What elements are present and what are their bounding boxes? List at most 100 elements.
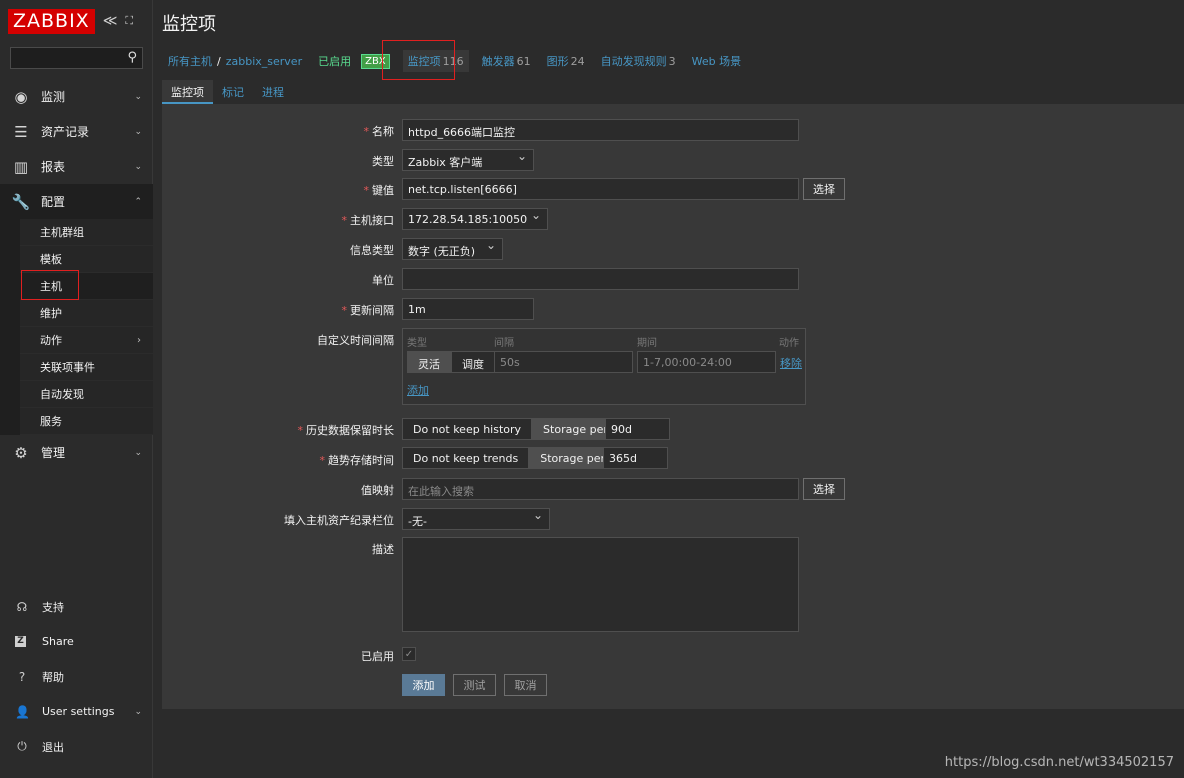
list-icon: ☰ <box>14 122 28 141</box>
type-select[interactable]: Zabbix 客户端 <box>402 149 534 171</box>
custom-intervals-label: 自定义时间间隔 <box>317 334 394 347</box>
description-textarea[interactable] <box>402 537 799 632</box>
menu-signout[interactable]: ⏻ 退出 <box>0 729 153 764</box>
submenu-event-correlation[interactable]: 关联项事件 <box>20 354 153 381</box>
zabbix-logo[interactable]: ZABBIX <box>8 8 95 34</box>
help-icon: ? <box>18 669 26 684</box>
kiosk-mode-icon[interactable]: ⛶ <box>125 14 133 28</box>
label-text: 历史数据保留时长 <box>306 424 394 437</box>
custom-period-input[interactable]: 1-7,00:00-24:00 <box>637 351 776 373</box>
interface-select[interactable]: 172.28.54.185:10050 <box>402 208 548 230</box>
eye-icon: ◉ <box>14 87 28 106</box>
tab-count: 61 <box>516 55 531 68</box>
menu-label: 退出 <box>42 740 64 754</box>
menu-label: Share <box>42 635 74 648</box>
menu-label: User settings <box>42 705 115 718</box>
remove-interval-link[interactable]: 移除 <box>780 355 802 371</box>
breadcrumb-separator: / <box>217 54 221 68</box>
menu-monitoring[interactable]: ◉ 监测 ⌄ <box>0 79 153 114</box>
label-text: 更新间隔 <box>350 304 394 317</box>
col-type: 类型 <box>407 338 427 349</box>
tab-tags[interactable]: 标记 <box>213 80 253 104</box>
host-tab-web[interactable]: Web 场景 <box>692 53 741 69</box>
history-do-not-keep-option[interactable]: Do not keep history <box>402 418 533 440</box>
inventory-select[interactable]: -无- <box>402 508 550 530</box>
power-icon: ⏻ <box>17 739 27 753</box>
headset-icon: ☊ <box>16 599 28 614</box>
host-tab-triggers[interactable]: 触发器 61 <box>482 53 531 69</box>
enabled-label: 已启用 <box>361 650 394 663</box>
menu-label: 支持 <box>42 600 64 614</box>
page-header: 监控项 <box>153 0 1184 44</box>
type-label: 类型 <box>372 155 394 168</box>
breadcrumb: 所有主机 / zabbix_server 已启用 ZBX 监控项 116 触发器 6… <box>153 44 1184 78</box>
submenu-label: 动作 <box>40 334 62 347</box>
breadcrumb-host[interactable]: zabbix_server <box>226 55 302 68</box>
enabled-checkbox[interactable]: ✓ <box>402 647 416 661</box>
host-tab-graphs[interactable]: 图形 24 <box>547 53 585 69</box>
name-input[interactable]: httpd_6666端口监控 <box>402 119 799 141</box>
item-form: 名称 httpd_6666端口监控 类型 Zabbix 客户端 键值 net.t… <box>162 104 1184 709</box>
trends-period-input[interactable]: 365d <box>603 447 668 469</box>
submenu-label: 自动发现 <box>40 388 84 401</box>
page-title: 监控项 <box>162 14 216 35</box>
menu-user-settings[interactable]: 👤 User settings ⌄ <box>0 694 153 729</box>
add-button[interactable]: 添加 <box>402 674 445 696</box>
info-type-label: 信息类型 <box>350 244 394 257</box>
hosts-highlight-annotation <box>21 270 79 300</box>
cancel-button[interactable]: 取消 <box>504 674 547 696</box>
menu-label: 资产记录 <box>41 125 90 139</box>
logo-row: ZABBIX ≪ ⛶ <box>0 0 152 42</box>
name-label: 名称 <box>94 123 394 139</box>
valuemap-input[interactable]: 在此输入搜索 <box>402 478 799 500</box>
units-input[interactable] <box>402 268 799 290</box>
label-text: 主机接口 <box>350 214 394 227</box>
update-interval-input[interactable]: 1m <box>402 298 534 320</box>
host-status[interactable]: 已启用 <box>318 53 351 69</box>
menu-support[interactable]: ☊ 支持 <box>0 589 153 624</box>
search-icon[interactable]: ⚲ <box>127 50 137 65</box>
collapse-sidebar-icon[interactable]: ≪ <box>103 13 118 29</box>
submenu-label: 维护 <box>40 307 62 320</box>
menu-label: 配置 <box>41 195 66 209</box>
add-interval-link[interactable]: 添加 <box>407 382 429 398</box>
bar-chart-icon: ▥ <box>13 157 29 176</box>
key-label: 键值 <box>94 182 394 198</box>
submenu-discovery[interactable]: 自动发现 <box>20 381 153 408</box>
interface-label: 主机接口 <box>94 212 394 228</box>
custom-interval-input[interactable]: 50s <box>494 351 633 373</box>
submenu-label: 模板 <box>40 253 62 266</box>
col-action: 动作 <box>779 338 799 349</box>
watermark: https://blog.csdn.net/wt334502157 <box>944 755 1174 770</box>
form-tabs: 监控项 标记 进程 <box>162 80 293 104</box>
units-label: 单位 <box>372 274 394 287</box>
tab-label: 触发器 <box>481 55 515 68</box>
history-period-input[interactable]: 90d <box>605 418 670 440</box>
key-select-button[interactable]: 选择 <box>803 178 845 200</box>
menu-label: 管理 <box>41 446 66 460</box>
tab-label: 图形 <box>546 55 569 68</box>
tab-label: Web 场景 <box>691 55 742 68</box>
tab-preprocessing[interactable]: 进程 <box>253 80 293 104</box>
menu-help[interactable]: ? 帮助 <box>0 659 153 694</box>
menu-label: 监测 <box>41 90 66 104</box>
host-tab-discovery[interactable]: 自动发现规则 3 <box>601 53 676 69</box>
breadcrumb-all-hosts[interactable]: 所有主机 <box>168 53 212 69</box>
label-text: 名称 <box>372 125 394 138</box>
flexible-option[interactable]: 灵活 <box>407 351 451 373</box>
tab-label: 自动发现规则 <box>600 55 667 68</box>
scheduling-option[interactable]: 调度 <box>451 351 495 373</box>
info-type-select[interactable]: 数字 (无正负) <box>402 238 503 260</box>
valuemap-select-button[interactable]: 选择 <box>803 478 845 500</box>
user-icon: 👤 <box>15 704 30 719</box>
test-button[interactable]: 测试 <box>453 674 496 696</box>
sidebar-search-input[interactable]: ⚲ <box>10 47 143 69</box>
key-input[interactable]: net.tcp.listen[6666] <box>402 178 799 200</box>
chevron-down-icon: ⌄ <box>134 91 142 102</box>
valuemap-label: 值映射 <box>361 484 394 497</box>
tab-item[interactable]: 监控项 <box>162 80 213 104</box>
history-mode-toggle: Do not keep history Storage period <box>402 418 636 440</box>
update-interval-label: 更新间隔 <box>94 302 394 318</box>
gear-icon: ⚙ <box>14 443 28 462</box>
trends-do-not-keep-option[interactable]: Do not keep trends <box>402 447 530 469</box>
